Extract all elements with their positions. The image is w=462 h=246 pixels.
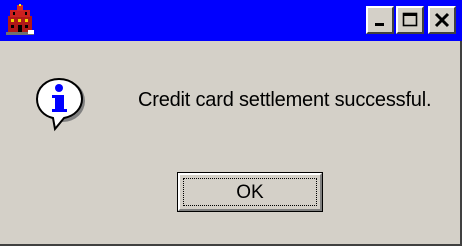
message-dialog-window: Credit card settlement successful. OK [0,0,462,246]
ok-button-label: OK [236,182,264,203]
title-bar[interactable] [0,0,462,41]
close-button[interactable] [428,6,456,34]
maximize-button[interactable] [396,6,424,34]
red-building-icon[interactable] [4,4,36,36]
minimize-button[interactable] [366,6,394,34]
maximize-icon [402,12,418,28]
minimize-icon [373,13,387,27]
ok-button[interactable]: OK [177,172,323,212]
dialog-message: Credit card settlement successful. [138,89,432,111]
close-icon [434,12,450,28]
information-speech-bubble-icon [34,76,86,132]
